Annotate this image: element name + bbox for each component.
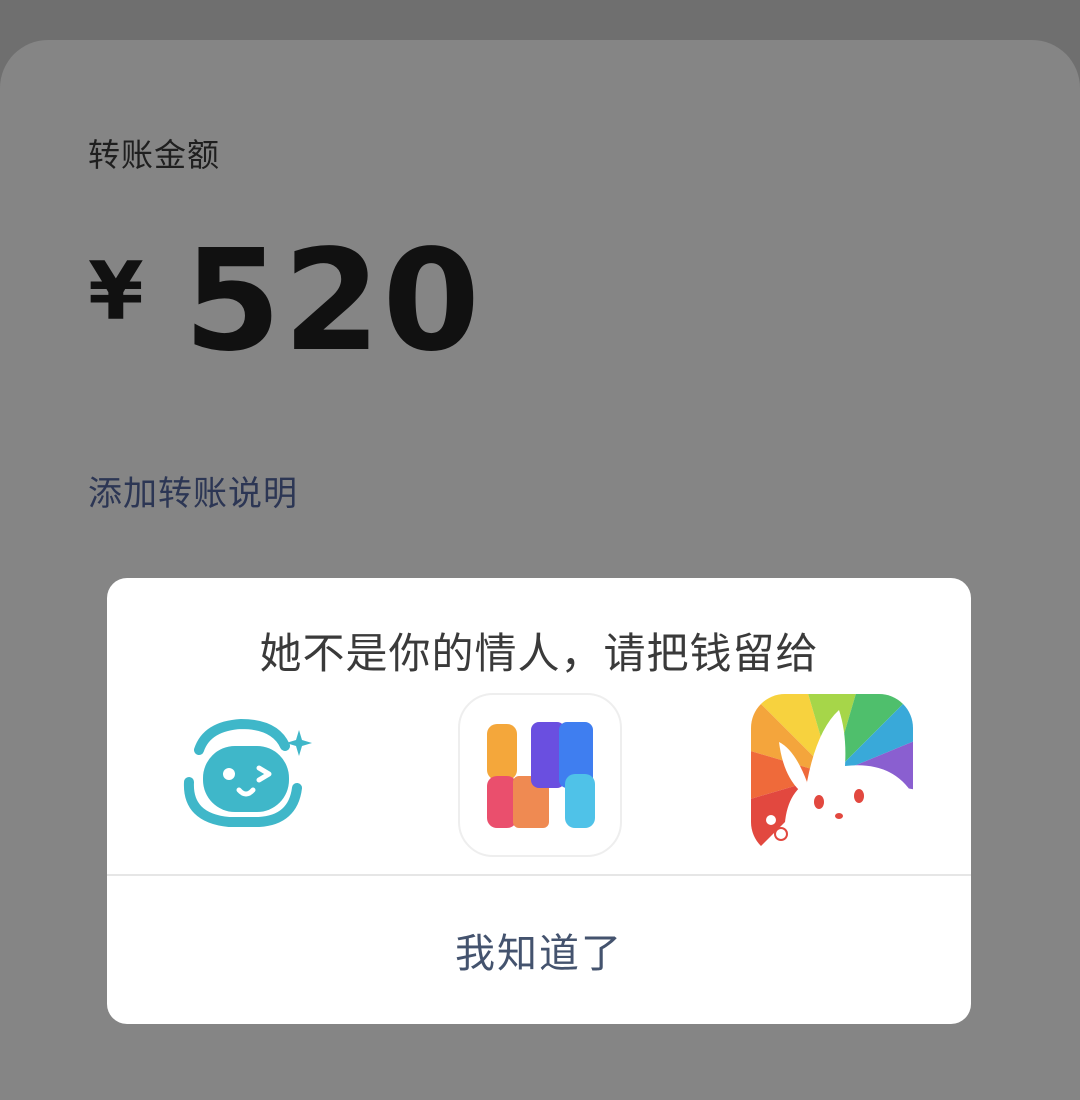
amount-display: ¥ 520 [88, 220, 482, 383]
alert-dialog: 她不是你的情人，请把钱留给 我知道了 [107, 578, 971, 1024]
screen-backdrop: 转账金额 ¥ 520 添加转账说明 她不是你的情人，请把钱留给 我知道了 [0, 0, 1080, 1100]
colorful-blocks-icon [458, 693, 622, 857]
rainbow-bunny-icon [751, 694, 913, 856]
rainbow-bunny-app-icon[interactable] [747, 690, 917, 860]
currency-symbol: ¥ [88, 244, 144, 338]
chat-robot-app-icon[interactable] [159, 690, 329, 860]
chat-robot-icon [163, 694, 325, 856]
dialog-message: 她不是你的情人，请把钱留给 [259, 629, 819, 678]
amount-value[interactable]: 520 [184, 220, 482, 383]
app-icon-row [107, 690, 971, 866]
got-it-button[interactable]: 我知道了 [107, 876, 971, 1024]
add-transfer-note-link[interactable]: 添加转账说明 [88, 466, 298, 515]
colorful-blocks-app-icon[interactable] [455, 690, 625, 860]
amount-label: 转账金额 [88, 136, 221, 174]
